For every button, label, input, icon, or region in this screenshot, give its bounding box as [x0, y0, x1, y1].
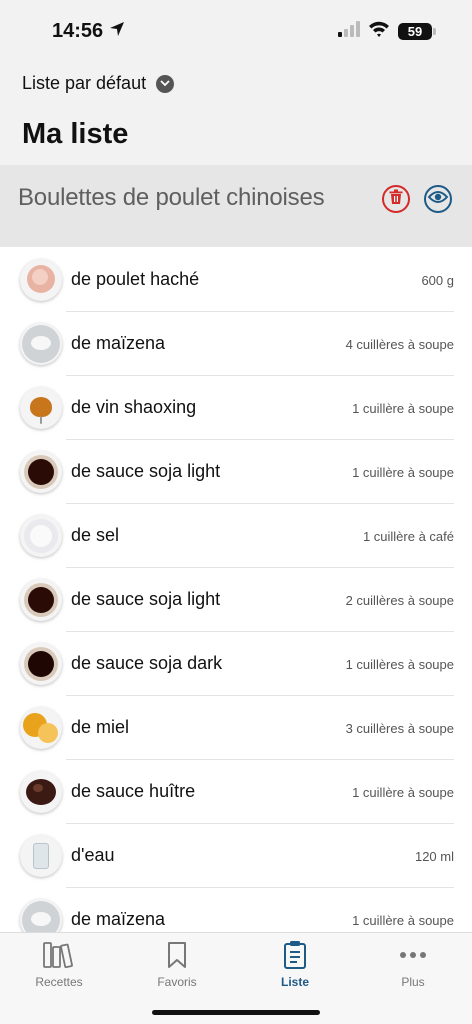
chicken-icon: [20, 259, 62, 301]
tab-favoris[interactable]: Favoris: [118, 939, 236, 989]
list-item[interactable]: de sauce soja dark 1 cuillères à soupe: [0, 632, 472, 696]
ingredient-quantity: 120 ml: [414, 849, 454, 864]
salt-icon: [20, 515, 62, 557]
status-bar: 14:56 59: [0, 0, 472, 62]
soy-sauce-icon: [20, 643, 62, 685]
status-time: 14:56: [52, 20, 104, 42]
ingredient-name: de vin shaoxing: [71, 397, 197, 417]
tab-label: Recettes: [35, 975, 83, 989]
clipboard-icon: [236, 939, 354, 971]
cellular-signal-icon: [338, 21, 360, 42]
home-indicator[interactable]: [152, 1010, 320, 1015]
list-selector-label: Liste par défaut: [22, 73, 147, 93]
list-item[interactable]: de maïzena 4 cuillères à soupe: [0, 312, 472, 376]
page-title: Ma liste: [22, 118, 129, 150]
soy-sauce-icon: [20, 579, 62, 621]
tab-recettes[interactable]: Recettes: [0, 939, 118, 989]
list-item[interactable]: de poulet haché 600 g: [0, 248, 472, 312]
cornstarch-icon: [20, 899, 62, 932]
ingredient-name: de maïzena: [71, 333, 166, 353]
view-recipe-button[interactable]: [424, 185, 452, 213]
ingredient-list[interactable]: de poulet haché 600 g de maïzena 4 cuill…: [0, 248, 472, 932]
wifi-icon: [368, 21, 390, 42]
ingredient-quantity: 600 g: [421, 273, 454, 288]
tab-label: Plus: [401, 975, 425, 989]
honey-icon: [20, 707, 62, 749]
soy-sauce-icon: [20, 451, 62, 493]
tab-bar: Recettes Favoris Liste Plus: [0, 932, 472, 1024]
ingredient-quantity: 1 cuillère à café: [362, 529, 454, 544]
battery-level: 59: [407, 24, 423, 39]
ingredient-name: de sauce soja light: [71, 461, 221, 481]
list-item[interactable]: de maïzena 1 cuillère à soupe: [0, 888, 472, 932]
battery-icon: 59: [398, 23, 436, 40]
ingredient-name: de maïzena: [71, 909, 166, 929]
books-icon: [0, 939, 118, 971]
ingredient-name: de sauce soja light: [71, 589, 221, 609]
list-item[interactable]: de sel 1 cuillère à café: [0, 504, 472, 568]
oyster-sauce-icon: [20, 771, 62, 813]
ingredient-quantity: 1 cuillères à soupe: [345, 657, 454, 672]
eye-icon: [427, 190, 449, 209]
recipe-actions: [382, 185, 452, 213]
header: Liste par défaut Ma liste: [0, 62, 472, 165]
list-selector[interactable]: Liste par défaut: [22, 73, 175, 94]
ingredient-quantity: 3 cuillères à soupe: [345, 721, 454, 736]
bookmark-icon: [118, 939, 236, 971]
list-item[interactable]: de sauce soja light 1 cuillère à soupe: [0, 440, 472, 504]
tab-liste[interactable]: Liste: [236, 939, 354, 989]
list-item[interactable]: de sauce huître 1 cuillère à soupe: [0, 760, 472, 824]
ingredient-name: de miel: [71, 717, 130, 737]
tab-label: Favoris: [157, 975, 197, 989]
ingredient-quantity: 2 cuillères à soupe: [345, 593, 454, 608]
recipe-section-header: Boulettes de poulet chinoises: [0, 165, 472, 247]
ingredient-quantity: 1 cuillère à soupe: [352, 401, 454, 416]
trash-icon: [389, 189, 403, 210]
delete-recipe-button[interactable]: [382, 185, 410, 213]
location-arrow-icon: [109, 20, 125, 43]
ingredient-name: de poulet haché: [71, 269, 200, 289]
ingredient-name: d'eau: [71, 845, 115, 865]
ingredient-quantity: 1 cuillère à soupe: [352, 785, 454, 800]
ingredient-name: de sel: [71, 525, 120, 545]
ingredient-name: de sauce soja dark: [71, 653, 223, 673]
chevron-down-icon: [156, 74, 175, 93]
ingredient-quantity: 4 cuillères à soupe: [345, 337, 454, 352]
ingredient-name: de sauce huître: [71, 781, 196, 801]
more-icon: [354, 939, 472, 971]
status-indicators: 59: [338, 21, 436, 42]
water-glass-icon: [20, 835, 62, 877]
cornstarch-icon: [20, 323, 62, 365]
wine-glass-icon: [20, 387, 62, 429]
list-item[interactable]: de sauce soja light 2 cuillères à soupe: [0, 568, 472, 632]
list-item[interactable]: d'eau 120 ml: [0, 824, 472, 888]
ingredient-quantity: 1 cuillère à soupe: [352, 913, 454, 928]
list-item[interactable]: de miel 3 cuillères à soupe: [0, 696, 472, 760]
status-time-group: 14:56: [52, 20, 125, 43]
list-item[interactable]: de vin shaoxing 1 cuillère à soupe: [0, 376, 472, 440]
recipe-title[interactable]: Boulettes de poulet chinoises: [18, 184, 325, 212]
tab-plus[interactable]: Plus: [354, 939, 472, 989]
ingredient-quantity: 1 cuillère à soupe: [352, 465, 454, 480]
tab-label: Liste: [280, 975, 309, 989]
